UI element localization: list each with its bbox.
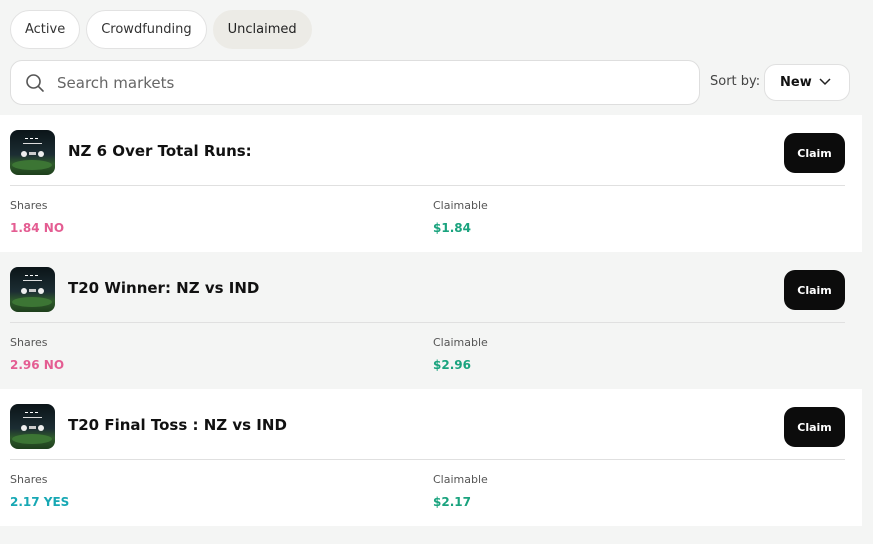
- claimable-label: Claimable: [433, 336, 488, 349]
- divider: [10, 459, 845, 460]
- market-card: T20 Final Toss : NZ vs IND Claim Shares …: [0, 389, 862, 526]
- claimable-label: Claimable: [433, 473, 488, 486]
- divider: [10, 185, 845, 186]
- claimable-value: $1.84: [433, 221, 471, 235]
- list-bottom-spacer: [0, 526, 873, 544]
- tab-unclaimed[interactable]: Unclaimed: [212, 10, 312, 49]
- claimable-label: Claimable: [433, 199, 488, 212]
- market-card: NZ 6 Over Total Runs: Claim Shares 1.84 …: [0, 115, 862, 252]
- market-title: T20 Winner: NZ vs IND: [68, 279, 260, 297]
- shares-label: Shares: [10, 336, 48, 349]
- claim-button[interactable]: Claim: [784, 407, 845, 447]
- market-thumbnail: [10, 267, 55, 312]
- claim-button[interactable]: Claim: [784, 270, 845, 310]
- sort-label: Sort by:: [710, 74, 761, 89]
- market-thumbnail: [10, 404, 55, 449]
- market-title: T20 Final Toss : NZ vs IND: [68, 416, 287, 434]
- shares-label: Shares: [10, 199, 48, 212]
- sort-dropdown[interactable]: New: [764, 64, 850, 101]
- market-thumbnail: [10, 130, 55, 175]
- tab-active[interactable]: Active: [10, 10, 81, 49]
- shares-value: 2.96 NO: [10, 358, 65, 372]
- shares-value: 2.17 YES: [10, 495, 70, 509]
- chevron-down-icon: [819, 78, 831, 86]
- claimable-value: $2.96: [433, 358, 471, 372]
- tab-crowdfunding[interactable]: Crowdfunding: [86, 10, 207, 49]
- market-tabs: Active Crowdfunding Unclaimed: [10, 10, 312, 49]
- divider: [10, 322, 845, 323]
- sort-value: New: [780, 75, 812, 90]
- shares-value: 1.84 NO: [10, 221, 65, 235]
- claim-button[interactable]: Claim: [784, 133, 845, 173]
- search-bar[interactable]: [10, 60, 700, 105]
- search-icon: [26, 73, 44, 92]
- shares-label: Shares: [10, 473, 48, 486]
- market-title: NZ 6 Over Total Runs:: [68, 142, 252, 160]
- market-card: T20 Winner: NZ vs IND Claim Shares 2.96 …: [0, 252, 862, 389]
- search-input[interactable]: [57, 73, 657, 92]
- market-list: NZ 6 Over Total Runs: Claim Shares 1.84 …: [0, 115, 862, 526]
- claimable-value: $2.17: [433, 495, 471, 509]
